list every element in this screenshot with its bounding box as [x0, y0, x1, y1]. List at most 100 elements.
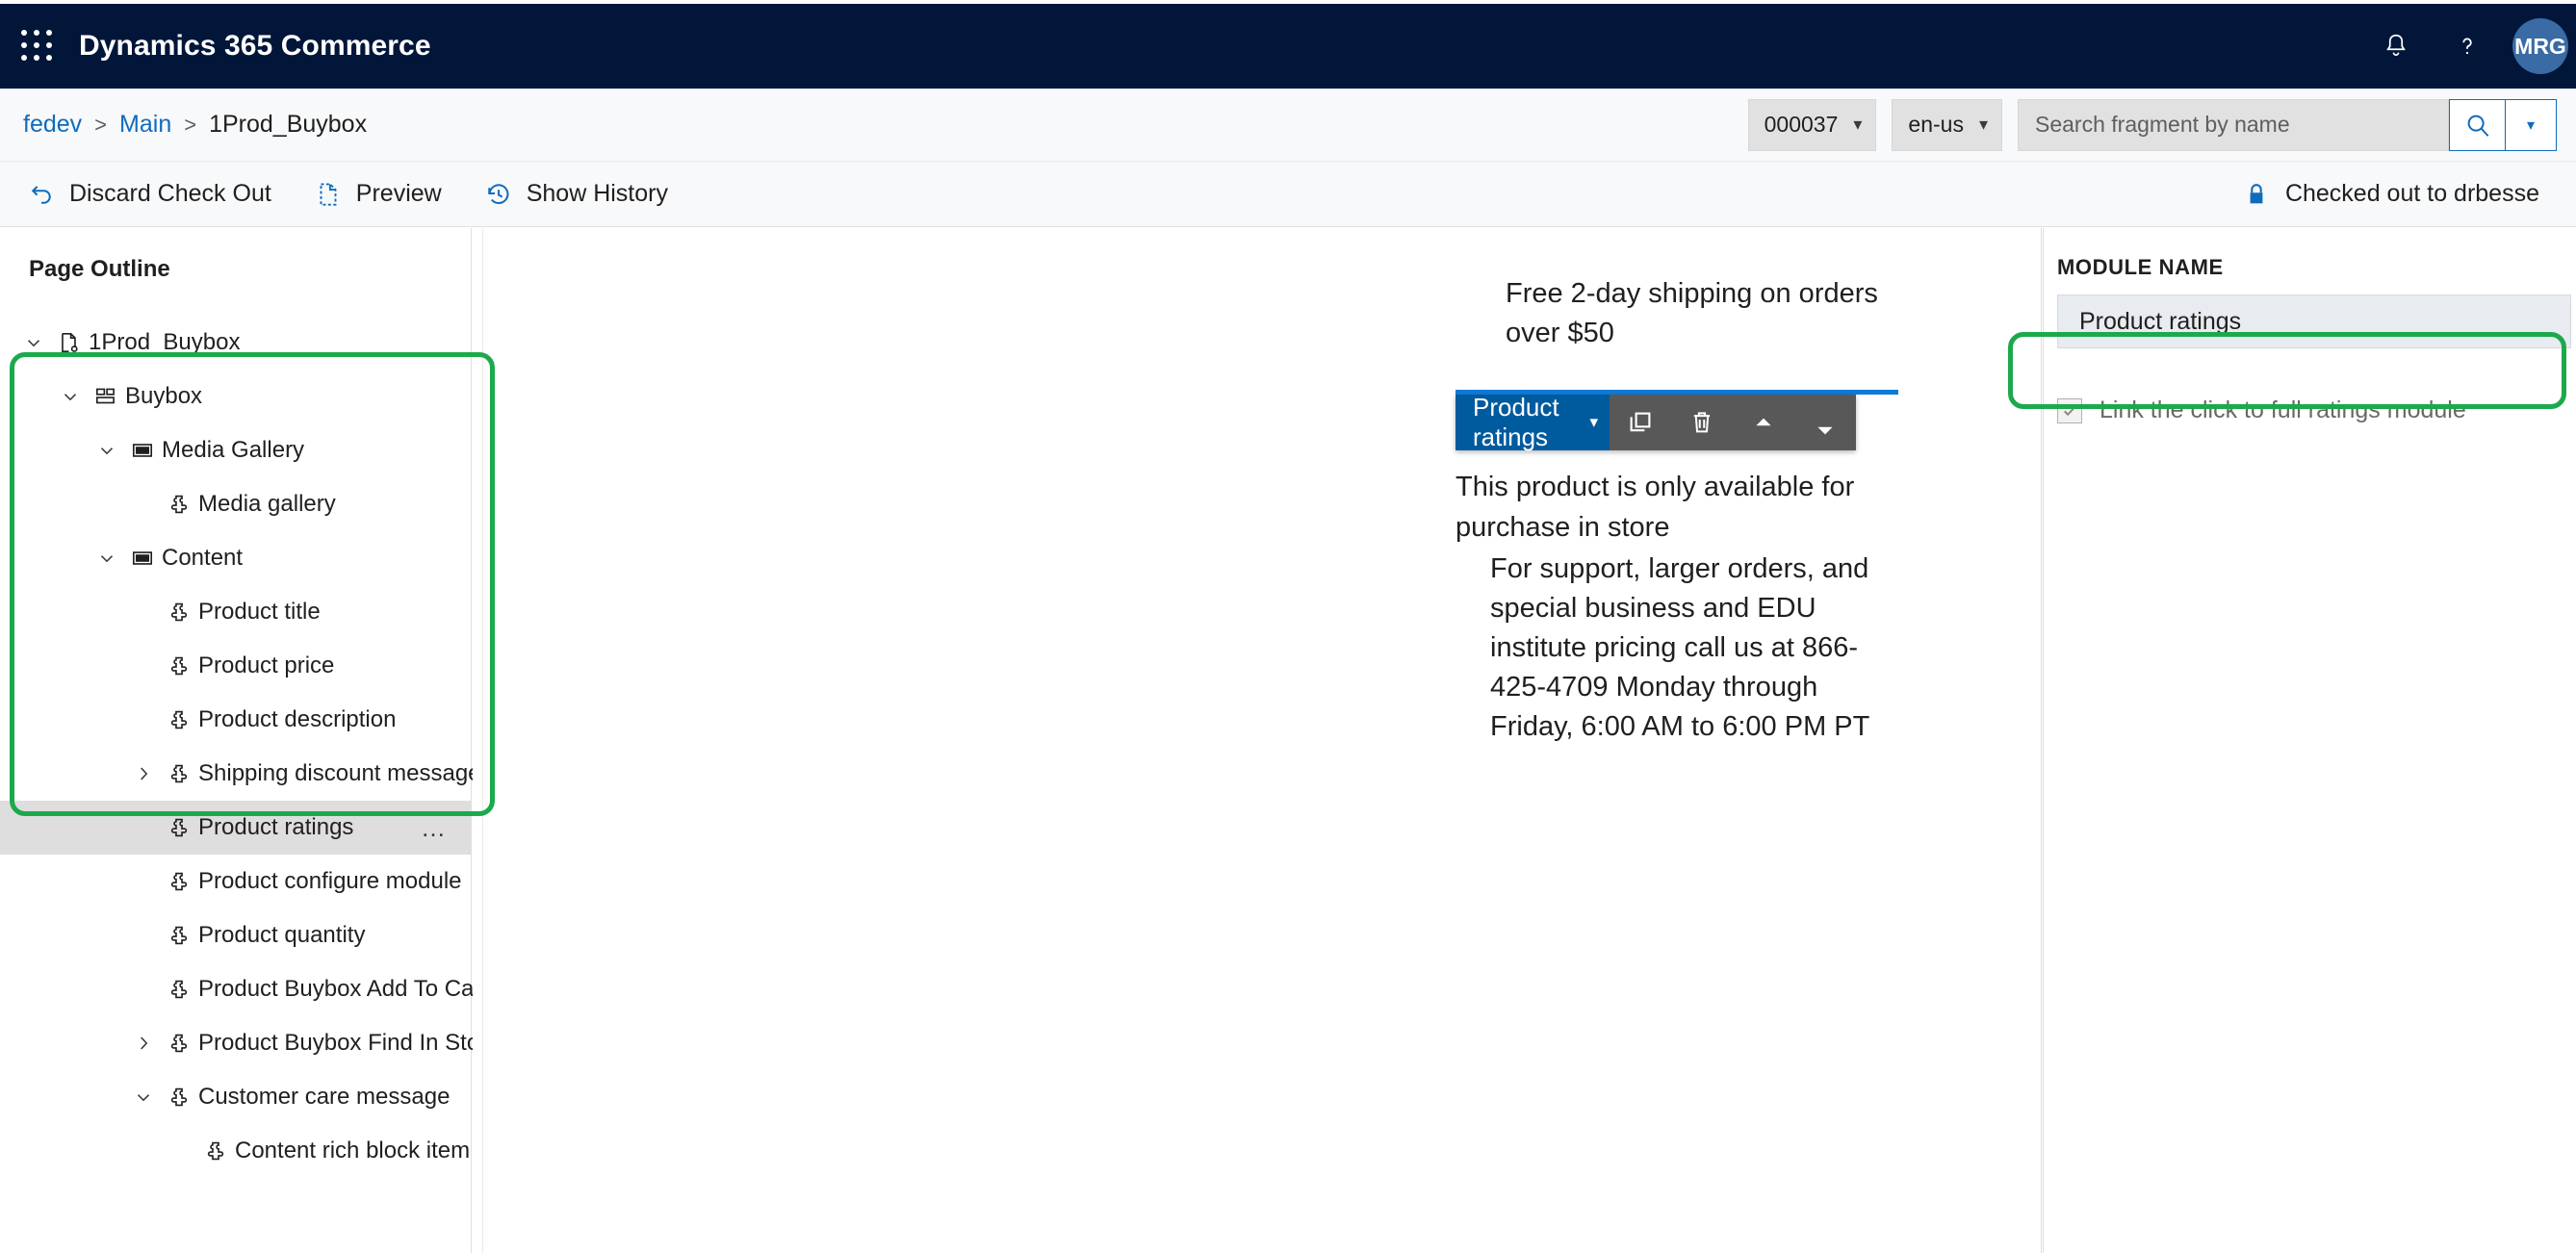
chevron-right-icon[interactable] [127, 763, 160, 784]
chevron-down-icon: ▾ [1853, 115, 1863, 134]
tree-item-product-quantity[interactable]: Product quantity [0, 908, 471, 962]
channel-selector[interactable]: 000037 ▾ [1747, 98, 1877, 151]
bell-icon[interactable] [2360, 4, 2432, 89]
module-puzzle-icon [160, 1085, 198, 1110]
fragment-search: ▾ [2018, 98, 2557, 151]
tree-item-product-buybox-add-to-cart[interactable]: Product Buybox Add To Cart [0, 962, 488, 1016]
tree-item-label: Product ratings [198, 814, 354, 840]
link-click-checkbox-label: Link the click to full ratings module [2099, 396, 2466, 423]
tree-item-product-ratings[interactable]: Product ratings … [0, 801, 471, 855]
tree-item-label: Shipping discount message [198, 760, 481, 786]
module-puzzle-icon [160, 923, 198, 948]
tree-item-product-description[interactable]: Product description [0, 693, 471, 747]
tree-item-product-buybox-find-in-store[interactable]: Product Buybox Find In Store [0, 1016, 501, 1070]
copy-module-button[interactable] [1610, 395, 1671, 450]
page-settings-icon [50, 330, 89, 355]
tree-item-label: Media gallery [198, 491, 336, 517]
caret-down-icon: ▾ [1589, 413, 1598, 432]
breadcrumb-item-main[interactable]: Main [119, 111, 171, 139]
module-puzzle-icon [160, 707, 198, 732]
tree-item-label: Product quantity [198, 922, 366, 948]
tree-item-media-gallery[interactable]: Media Gallery [0, 423, 471, 477]
module-name-dropdown[interactable]: Product ratings ▾ [1455, 393, 1610, 451]
tree-item-content-rich-block-item-1[interactable]: Content rich block item 1 [0, 1124, 489, 1178]
page-outline-tree: 1Prod_Buybox Buybox Media Gallery Media gal… [0, 316, 501, 1178]
lock-icon [2243, 180, 2270, 209]
locale-selector[interactable]: en-us ▾ [1892, 98, 2002, 151]
page-preview-icon [314, 180, 343, 209]
discard-check-out-button[interactable]: Discard Check Out [12, 162, 287, 227]
chevron-down-icon: ▾ [1978, 115, 1988, 134]
search-icon[interactable] [2449, 98, 2505, 151]
command-bar: Discard Check Out Preview Show History C… [0, 162, 2576, 227]
search-input[interactable] [2035, 112, 2448, 138]
channel-selector-value: 000037 [1764, 112, 1839, 137]
chevron-down-icon[interactable] [54, 386, 87, 407]
tree-item-label: 1Prod_Buybox [89, 329, 241, 355]
app-root: Dynamics 365 Commerce MRG fedev > Main >… [0, 0, 2576, 1253]
module-puzzle-icon [160, 977, 198, 1002]
breadcrumb-item-fedev[interactable]: fedev [23, 111, 82, 139]
tree-item-1prod-buybox[interactable]: 1Prod_Buybox [0, 316, 471, 370]
chevron-down-icon[interactable] [17, 332, 50, 353]
search-options-caret-icon[interactable]: ▾ [2505, 98, 2557, 151]
selected-module-overlay: Product ratings ▾ [1455, 390, 1898, 451]
tree-item-customer-care-message[interactable]: Customer care message [0, 1070, 471, 1124]
page-canvas: Free 2-day shipping on orders over $50 P… [473, 228, 2042, 1253]
tree-item-label: Content [162, 545, 244, 571]
tree-item-label: Product Buybox Find In Store [198, 1030, 501, 1056]
container-icon [123, 438, 162, 463]
tree-item-label: Customer care message [198, 1084, 451, 1110]
checkout-status-label: Checked out to drbesse [2284, 180, 2539, 207]
module-puzzle-icon [160, 869, 198, 894]
question-mark-icon[interactable] [2432, 4, 2503, 89]
module-puzzle-icon [160, 1031, 198, 1056]
preview-button[interactable]: Preview [298, 162, 457, 227]
breadcrumb-separator: > [184, 112, 197, 137]
tree-item-media-gallery[interactable]: Media gallery [0, 477, 471, 531]
show-history-button[interactable]: Show History [469, 162, 683, 227]
tree-item-label: Product Buybox Add To Cart [198, 976, 489, 1002]
chevron-down-icon[interactable] [90, 440, 123, 461]
move-up-button[interactable] [1733, 395, 1794, 450]
tree-item-label: Buybox [125, 383, 203, 409]
tree-item-product-price[interactable]: Product price [0, 639, 471, 693]
chevron-down-icon[interactable] [127, 1087, 160, 1108]
tree-item-shipping-discount-message[interactable]: Shipping discount message [0, 747, 481, 801]
tree-item-content[interactable]: Content [0, 531, 471, 585]
tree-item-label: Product configure module [198, 868, 462, 894]
chevron-down-icon[interactable] [90, 548, 123, 569]
module-properties-panel: MODULE NAME Product ratings Link the cli… [2043, 228, 2576, 1253]
breadcrumb-item-current: 1Prod_Buybox [209, 111, 368, 138]
tree-item-label: Product description [198, 706, 397, 732]
tree-item-label: Product price [198, 652, 335, 678]
checkbox-checked-icon[interactable] [2057, 397, 2082, 423]
workspace: Page Outline 1Prod_Buybox Buybox Media Gal… [0, 228, 2576, 1253]
buybox-body-copy: This product is only available for purch… [1455, 468, 1898, 747]
topbar-actions: MRG [2360, 4, 2576, 89]
discard-check-out-label: Discard Check Out [69, 180, 271, 207]
chevron-right-icon[interactable] [127, 1033, 160, 1054]
tree-item-label: Product title [198, 599, 321, 625]
module-puzzle-icon [160, 600, 198, 625]
layout-icon [87, 384, 125, 409]
header-controls: 000037 ▾ en-us ▾ ▾ [1747, 98, 2557, 151]
module-name-field[interactable]: Product ratings [2057, 294, 2571, 348]
move-down-button[interactable] [1794, 395, 1856, 450]
module-tool-group [1610, 395, 1856, 451]
buybox-preview: Free 2-day shipping on orders over $50 P… [1455, 228, 1898, 748]
tree-item-context-menu-button[interactable]: … [421, 813, 461, 843]
search-input-wrapper[interactable] [2018, 98, 2449, 151]
delete-module-button[interactable] [1671, 395, 1733, 450]
tree-item-buybox[interactable]: Buybox [0, 370, 471, 423]
tree-item-product-configure-module[interactable]: Product configure module [0, 855, 471, 908]
module-puzzle-icon [196, 1138, 235, 1164]
app-launcher-icon[interactable] [21, 30, 54, 63]
tree-item-label: Media Gallery [162, 437, 305, 463]
avatar[interactable]: MRG [2512, 18, 2568, 74]
page-outline-panel: Page Outline 1Prod_Buybox Buybox Media Gal… [0, 228, 501, 1253]
tree-item-product-title[interactable]: Product title [0, 585, 471, 639]
canvas-surface: Free 2-day shipping on orders over $50 P… [482, 228, 2032, 1253]
checkout-status: Checked out to drbesse [2243, 180, 2539, 209]
link-click-checkbox-row[interactable]: Link the click to full ratings module [2057, 396, 2576, 424]
